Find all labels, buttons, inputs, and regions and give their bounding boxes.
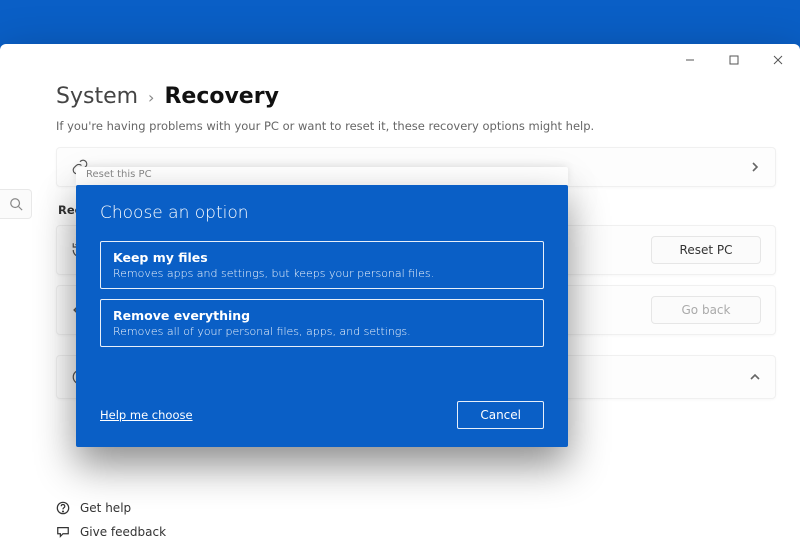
maximize-button[interactable] [712, 44, 756, 76]
breadcrumb-parent[interactable]: System [56, 84, 138, 109]
go-back-button[interactable]: Go back [651, 296, 761, 324]
window-chrome [668, 44, 800, 76]
option-title: Keep my files [113, 250, 531, 265]
modal-footer: Help me choose Cancel [100, 401, 544, 429]
option-keep-my-files[interactable]: Keep my files Removes apps and settings,… [100, 241, 544, 289]
get-help-link[interactable]: Get help [56, 501, 166, 515]
give-feedback-link[interactable]: Give feedback [56, 525, 166, 539]
chevron-right-icon [749, 161, 761, 173]
chevron-up-icon [749, 371, 761, 383]
page-title: Recovery [164, 84, 278, 109]
footer-links: Get help Give feedback [56, 501, 166, 539]
search-input[interactable] [0, 189, 32, 219]
link-text: Get help [80, 501, 131, 515]
link-text: Give feedback [80, 525, 166, 539]
option-title: Remove everything [113, 308, 531, 323]
option-desc: Removes apps and settings, but keeps you… [113, 267, 531, 280]
modal-title: Choose an option [100, 203, 544, 223]
page-subtitle: If you're having problems with your PC o… [56, 119, 776, 133]
option-remove-everything[interactable]: Remove everything Removes all of your pe… [100, 299, 544, 347]
cancel-button[interactable]: Cancel [457, 401, 544, 429]
modal-titlebar: Reset this PC [76, 167, 568, 185]
help-me-choose-link[interactable]: Help me choose [100, 408, 193, 422]
reset-pc-button[interactable]: Reset PC [651, 236, 761, 264]
minimize-button[interactable] [668, 44, 712, 76]
help-icon [56, 501, 70, 515]
breadcrumb: System › Recovery [56, 84, 776, 109]
option-desc: Removes all of your personal files, apps… [113, 325, 531, 338]
reset-pc-modal: Choose an option Keep my files Removes a… [76, 185, 568, 447]
feedback-icon [56, 525, 70, 539]
close-button[interactable] [756, 44, 800, 76]
breadcrumb-separator: › [148, 88, 154, 107]
